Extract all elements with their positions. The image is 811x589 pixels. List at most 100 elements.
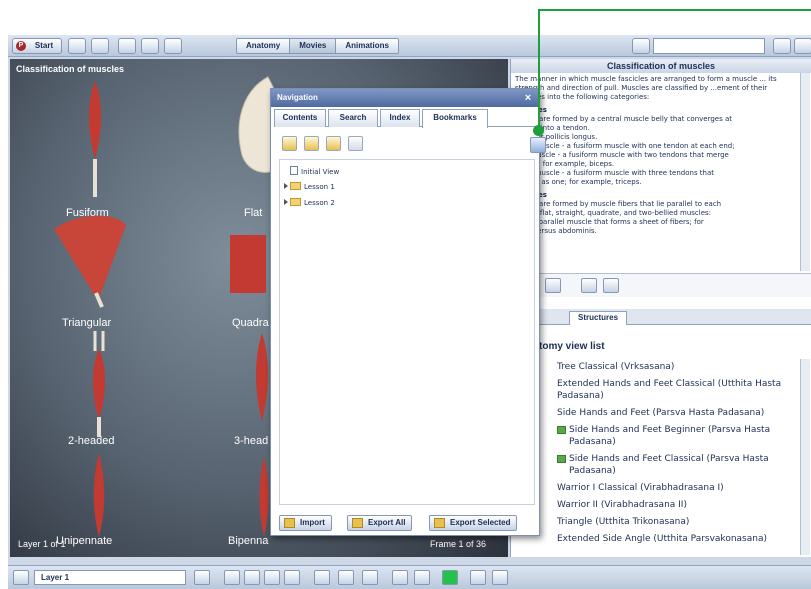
article-line: transversus abdominis. <box>515 227 597 235</box>
two-headed-muscle-image[interactable] <box>84 329 114 439</box>
list-item[interactable]: Extended Hands and Feet Classical (Utthi… <box>511 376 798 405</box>
zoom-out-icon[interactable] <box>338 570 354 585</box>
forward-button[interactable] <box>91 38 109 54</box>
green-status-icon[interactable] <box>442 570 458 585</box>
tab-contents[interactable]: Contents <box>274 109 326 127</box>
start-button[interactable]: P Start <box>12 38 62 54</box>
tree-item-initial-view[interactable]: Initial View <box>290 166 339 177</box>
tab-structures[interactable]: Structures <box>569 311 628 325</box>
layer-select[interactable]: Layer 1 <box>34 570 186 585</box>
article-line: cle - a parallel muscle that forms a she… <box>515 218 704 226</box>
article-scrollbar[interactable] <box>800 73 810 271</box>
label-quadrate: Quadra <box>232 317 269 329</box>
label-bipennate: Bipenna <box>228 535 269 547</box>
tree-item-label: Lesson 1 <box>304 183 335 191</box>
window-button[interactable] <box>141 38 159 54</box>
print-icon[interactable] <box>581 278 597 293</box>
export-selected-button[interactable]: Export Selected <box>429 515 518 531</box>
list-item[interactable]: Side Hands and Feet (Parsva Hasta Padasa… <box>511 405 798 422</box>
zoom-fit-icon[interactable] <box>362 570 378 585</box>
eraser-icon[interactable] <box>194 570 210 585</box>
go-up-icon[interactable] <box>530 137 546 153</box>
article-line: e, flexor pollicis longus. <box>515 133 598 141</box>
add-bookmark-icon[interactable] <box>282 136 297 151</box>
article-intro: The manner in which muscle fascicles are… <box>515 75 777 101</box>
list-item[interactable]: Warrior II (Virabhadrasana II) <box>511 497 798 514</box>
bookmark-tools <box>274 129 536 155</box>
print-icon[interactable] <box>392 570 408 585</box>
callout-line <box>538 9 811 11</box>
fusiform-muscle-image[interactable] <box>80 79 110 199</box>
navigation-footer: Import Export All Export Selected <box>271 513 539 535</box>
tab-movies[interactable]: Movies <box>290 39 337 53</box>
import-label: Import <box>300 518 325 527</box>
search-icon[interactable] <box>632 38 650 54</box>
close-icon[interactable]: × <box>521 91 535 105</box>
back-button[interactable] <box>68 38 86 54</box>
frame-indicator: Frame 1 of 36 <box>430 539 487 549</box>
article-line: ded muscle - a fusiform muscle with two … <box>515 151 729 159</box>
lower-panel-tabs: Structures <box>511 309 811 325</box>
navigation-title: Navigation <box>271 89 539 107</box>
zoom-in-icon[interactable] <box>314 570 330 585</box>
add-folder-icon[interactable] <box>304 136 319 151</box>
tab-search[interactable]: Search <box>328 109 378 127</box>
export-all-button[interactable]: Export All <box>347 515 413 531</box>
quadrate-muscle-image[interactable] <box>226 229 270 299</box>
page-icon <box>290 166 298 175</box>
label-2-headed: 2-headed <box>68 435 115 447</box>
list-scrollbar[interactable] <box>800 359 810 555</box>
reset-icon[interactable] <box>284 570 300 585</box>
home-button[interactable] <box>164 38 182 54</box>
tree-item-label: Lesson 2 <box>304 199 335 207</box>
triangular-muscle-image[interactable] <box>50 209 130 309</box>
list-item-text: Extended Side Angle (Utthita Parsvakonas… <box>557 534 767 544</box>
save-icon[interactable] <box>414 570 430 585</box>
list-item[interactable]: Tree Classical (Vrksasana) <box>511 359 798 376</box>
list-title: tomy view list <box>539 341 605 352</box>
article-line: h ends into a tendon. <box>515 124 590 132</box>
article-line: aded muscle - a fusiform muscle with one… <box>515 142 735 150</box>
tab-anatomy[interactable]: Anatomy <box>237 39 291 53</box>
import-icon <box>284 518 295 528</box>
tree-item-lesson-1[interactable]: Lesson 1 <box>284 182 335 192</box>
expand-arrow-icon[interactable] <box>284 183 288 189</box>
tab-bookmarks[interactable]: Bookmarks <box>422 109 488 128</box>
save-icon[interactable] <box>603 278 619 293</box>
folder-button[interactable] <box>118 38 136 54</box>
list-item[interactable]: Warrior I Classical (Virabhadrasana I) <box>511 480 798 497</box>
layer-menu-icon[interactable] <box>13 570 29 585</box>
prev-frame-icon[interactable] <box>244 570 260 585</box>
gear-icon[interactable] <box>773 38 791 54</box>
section-heading: muscles <box>515 191 794 200</box>
bottom-toolbar: Layer 1 <box>8 565 811 589</box>
list-item-text: Warrior II (Virabhadrasana II) <box>557 500 687 510</box>
people-icon[interactable] <box>492 570 508 585</box>
edit-icon[interactable] <box>326 136 341 151</box>
list-item[interactable]: Extended Side Angle (Utthita Parsvakonas… <box>511 531 798 548</box>
list-item[interactable]: Triangle (Utthita Trikonasana) <box>511 514 798 531</box>
search-input[interactable] <box>653 38 765 54</box>
list-item-text: Extended Hands and Feet Classical (Utthi… <box>557 379 782 401</box>
list-item-text: Tree Classical (Vrksasana) <box>557 362 675 372</box>
list-item[interactable]: Side Hands and Feet Classical (Parsva Ha… <box>511 451 798 480</box>
layers-icon[interactable] <box>470 570 486 585</box>
expand-arrow-icon[interactable] <box>284 199 288 205</box>
tab-index[interactable]: Index <box>380 109 420 127</box>
export-selected-icon <box>434 518 445 528</box>
callout-line <box>538 10 540 127</box>
bookmark-add-icon[interactable] <box>545 278 561 293</box>
delete-icon[interactable] <box>348 136 363 151</box>
tab-animations[interactable]: Animations <box>336 39 398 53</box>
folder-icon <box>290 182 301 190</box>
help-icon[interactable] <box>794 38 811 54</box>
next-frame-icon[interactable] <box>264 570 280 585</box>
list-item[interactable]: Side Hands and Feet Beginner (Parsva Has… <box>511 422 798 451</box>
import-button[interactable]: Import <box>279 515 332 531</box>
rotate-icon[interactable] <box>224 570 240 585</box>
tree-item-lesson-2[interactable]: Lesson 2 <box>284 198 335 208</box>
article-line: uscles are formed by a central muscle be… <box>515 115 732 123</box>
list-item-text: Side Hands and Feet (Parsva Hasta Padasa… <box>557 408 765 418</box>
export-icon <box>352 518 363 528</box>
list-item-text: Warrior I Classical (Virabhadrasana I) <box>557 483 724 493</box>
